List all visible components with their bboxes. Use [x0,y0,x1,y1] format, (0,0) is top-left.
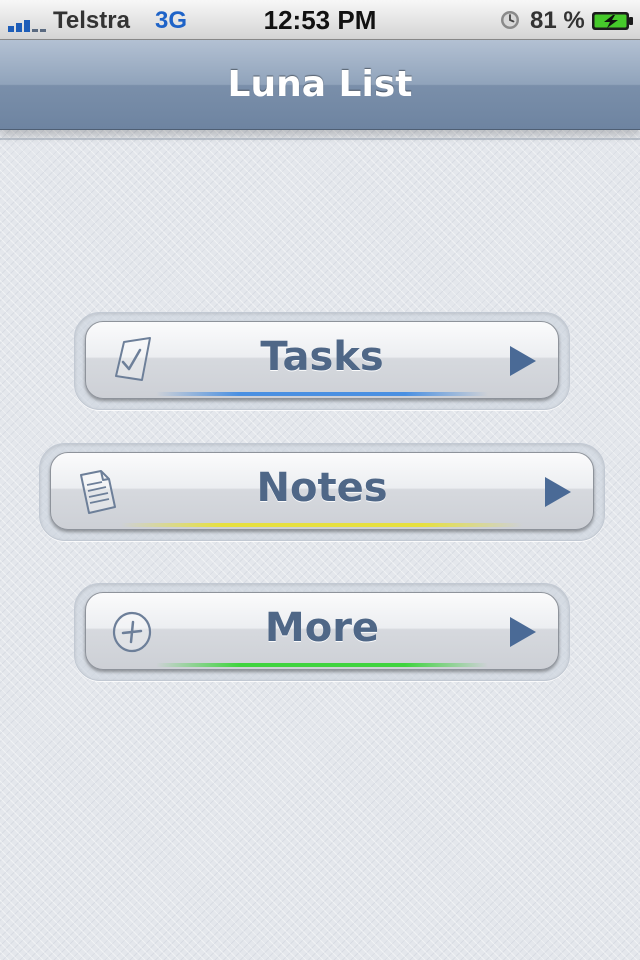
more-button-frame: More [74,583,570,681]
nav-divider [0,138,640,140]
play-arrow-icon [545,477,571,507]
play-arrow-icon [510,346,536,376]
status-bar: Telstra 3G 12:53 PM 81 % [0,0,640,40]
tasks-button-frame: Tasks [74,312,570,410]
page-title: Luna List [227,64,413,105]
navigation-bar: Luna List [0,40,640,130]
battery-percentage: 81 % [530,7,585,34]
tasks-accent-line [156,392,488,396]
play-arrow-icon [510,617,536,647]
more-label: More [264,605,380,651]
notes-button[interactable]: Notes [50,452,594,530]
more-button[interactable]: More [85,592,559,670]
alarm-icon [501,11,519,29]
more-accent-line [156,663,488,667]
notes-accent-line [121,523,523,527]
battery-charging-icon [592,12,633,30]
tasks-button[interactable]: Tasks [85,321,559,399]
notes-button-frame: Notes [39,443,605,541]
notes-label: Notes [256,465,388,511]
tasks-label: Tasks [260,334,384,380]
